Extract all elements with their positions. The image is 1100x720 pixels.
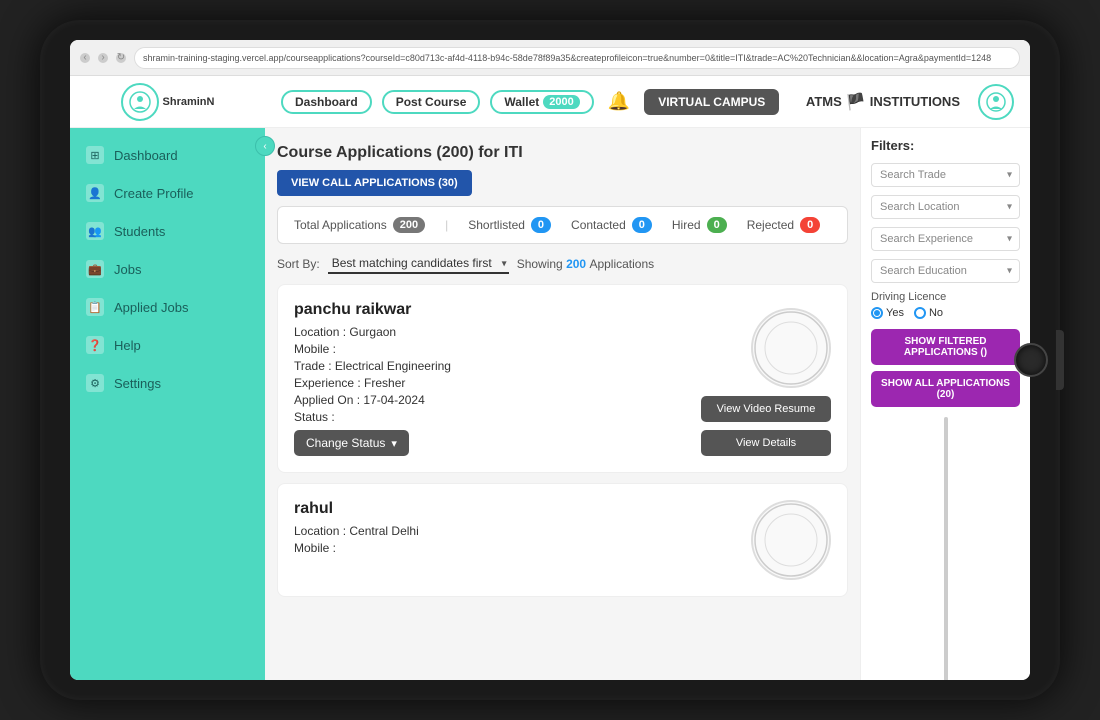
total-applications-stat: Total Applications 200 bbox=[294, 217, 425, 233]
flag-icon: 🏴 bbox=[846, 92, 866, 112]
contacted-count-badge: 0 bbox=[632, 217, 652, 233]
sidebar-item-help[interactable]: ❓ Help bbox=[70, 326, 265, 364]
wallet-pill[interactable]: Wallet 2000 bbox=[490, 90, 593, 114]
education-filter[interactable]: Search Education bbox=[871, 259, 1020, 283]
top-header: Dashboard Post Course Wallet 2000 🔔 VIRT… bbox=[265, 76, 1030, 128]
back-button[interactable]: ‹ bbox=[80, 53, 90, 63]
sort-select-wrapper[interactable]: Best matching candidates first bbox=[328, 254, 509, 274]
sidebar-item-jobs[interactable]: 💼 Jobs bbox=[70, 250, 265, 288]
page-title: Course Applications (200) for ITI bbox=[277, 144, 523, 162]
filter-title: Filters: bbox=[871, 138, 1020, 153]
driving-yes-radio[interactable] bbox=[871, 307, 883, 319]
virtual-campus-button[interactable]: VIRTUAL CAMPUS bbox=[644, 89, 779, 115]
sidebar-logo: ShraminN bbox=[70, 76, 265, 128]
applied-on-field-1: Applied On : 17-04-2024 bbox=[294, 393, 689, 407]
show-filtered-button[interactable]: SHOW FILTERED APPLICATIONS () bbox=[871, 329, 1020, 365]
page-header: Course Applications (200) for ITI bbox=[277, 140, 848, 170]
scrollbar[interactable] bbox=[944, 417, 948, 680]
filter-panel: Filters: Search Trade Search Location bbox=[860, 128, 1030, 680]
shramin-logo-small bbox=[978, 84, 1014, 120]
change-status-button-1[interactable]: Change Status bbox=[294, 430, 409, 456]
candidate-avatar-2 bbox=[751, 500, 831, 580]
sort-select[interactable]: Best matching candidates first bbox=[328, 254, 509, 274]
status-field-1: Status : bbox=[294, 410, 689, 424]
rejected-count-badge: 0 bbox=[800, 217, 820, 233]
mobile-field-1: Mobile : bbox=[294, 342, 689, 356]
sidebar-item-students[interactable]: 👥 Students bbox=[70, 212, 265, 250]
candidate-avatar-1 bbox=[751, 308, 831, 388]
sidebar: ShraminN ‹ ⊞ Dashboard 👤 Create Profile … bbox=[70, 76, 265, 680]
contacted-stat: Contacted 0 bbox=[571, 217, 652, 233]
candidate-card-1: panchu raikwar Location : Gurgaon Mobile… bbox=[277, 284, 848, 473]
location-field-2: Location : Central Delhi bbox=[294, 524, 689, 538]
forward-button[interactable]: › bbox=[98, 53, 108, 63]
post-course-pill[interactable]: Post Course bbox=[382, 90, 481, 114]
atms-logo: ATMS 🏴 INSTITUTIONS bbox=[806, 92, 960, 112]
bell-icon[interactable]: 🔔 bbox=[608, 91, 630, 112]
stats-bar: Total Applications 200 | Shortlisted 0 C… bbox=[277, 206, 848, 244]
dashboard-pill[interactable]: Dashboard bbox=[281, 90, 372, 114]
settings-icon: ⚙ bbox=[86, 374, 104, 392]
candidate-actions-2 bbox=[701, 500, 831, 580]
logo-text: ShraminN bbox=[163, 96, 215, 108]
location-filter-wrapper[interactable]: Search Location bbox=[871, 195, 1020, 219]
hired-stat: Hired 0 bbox=[672, 217, 727, 233]
trade-filter-wrapper[interactable]: Search Trade bbox=[871, 163, 1020, 187]
sidebar-item-dashboard[interactable]: ⊞ Dashboard bbox=[70, 136, 265, 174]
candidate-actions-1: View Video Resume View Details bbox=[701, 301, 831, 456]
education-filter-wrapper[interactable]: Search Education bbox=[871, 259, 1020, 283]
location-filter[interactable]: Search Location bbox=[871, 195, 1020, 219]
candidate-info-2: rahul Location : Central Delhi Mobile : bbox=[294, 500, 689, 580]
driving-no-option[interactable]: No bbox=[914, 307, 943, 319]
sidebar-item-create-profile[interactable]: 👤 Create Profile bbox=[70, 174, 265, 212]
students-icon: 👥 bbox=[86, 222, 104, 240]
experience-filter-wrapper[interactable]: Search Experience bbox=[871, 227, 1020, 251]
mobile-field-2: Mobile : bbox=[294, 541, 689, 555]
candidate-name-2: rahul bbox=[294, 500, 689, 518]
shortlisted-count-badge: 0 bbox=[531, 217, 551, 233]
sidebar-nav: ⊞ Dashboard 👤 Create Profile 👥 Students … bbox=[70, 128, 265, 680]
candidate-info-1: panchu raikwar Location : Gurgaon Mobile… bbox=[294, 301, 689, 456]
sidebar-collapse-button[interactable]: ‹ bbox=[255, 136, 275, 156]
jobs-icon: 💼 bbox=[86, 260, 104, 278]
trade-field-1: Trade : Electrical Engineering bbox=[294, 359, 689, 373]
shortlisted-stat: Shortlisted 0 bbox=[468, 217, 551, 233]
main-panel: Course Applications (200) for ITI VIEW C… bbox=[265, 128, 860, 680]
applied-jobs-icon: 📋 bbox=[86, 298, 104, 316]
rejected-stat: Rejected 0 bbox=[747, 217, 821, 233]
location-field-1: Location : Gurgaon bbox=[294, 325, 689, 339]
driving-licence-radio-group: Yes No bbox=[871, 307, 1020, 319]
sort-bar: Sort By: Best matching candidates first … bbox=[277, 254, 848, 274]
driving-label: Driving Licence bbox=[871, 291, 1020, 303]
view-all-applications-button[interactable]: VIEW CALL APPLICATIONS (30) bbox=[277, 170, 472, 196]
wallet-count-badge: 2000 bbox=[543, 95, 579, 109]
driving-no-radio[interactable] bbox=[914, 307, 926, 319]
browser-bar: ‹ › ↻ shramin-training-staging.vercel.ap… bbox=[70, 40, 1030, 76]
refresh-button[interactable]: ↻ bbox=[116, 53, 126, 63]
create-profile-icon: 👤 bbox=[86, 184, 104, 202]
view-details-button-1[interactable]: View Details bbox=[701, 430, 831, 456]
candidate-card-2: rahul Location : Central Delhi Mobile : bbox=[277, 483, 848, 597]
sidebar-item-settings[interactable]: ⚙ Settings bbox=[70, 364, 265, 402]
showing-count: 200 bbox=[566, 257, 586, 271]
sidebar-item-applied-jobs[interactable]: 📋 Applied Jobs bbox=[70, 288, 265, 326]
trade-filter[interactable]: Search Trade bbox=[871, 163, 1020, 187]
logo-icon bbox=[121, 83, 159, 121]
experience-filter[interactable]: Search Experience bbox=[871, 227, 1020, 251]
experience-field-1: Experience : Fresher bbox=[294, 376, 689, 390]
hired-count-badge: 0 bbox=[707, 217, 727, 233]
view-video-resume-button-1[interactable]: View Video Resume bbox=[701, 396, 831, 422]
total-count-badge: 200 bbox=[393, 217, 425, 233]
dashboard-icon: ⊞ bbox=[86, 146, 104, 164]
help-icon: ❓ bbox=[86, 336, 104, 354]
address-bar[interactable]: shramin-training-staging.vercel.app/cour… bbox=[134, 47, 1020, 69]
candidate-name-1: panchu raikwar bbox=[294, 301, 689, 319]
show-all-button[interactable]: SHOW ALL APPLICATIONS (20) bbox=[871, 371, 1020, 407]
driving-yes-option[interactable]: Yes bbox=[871, 307, 904, 319]
